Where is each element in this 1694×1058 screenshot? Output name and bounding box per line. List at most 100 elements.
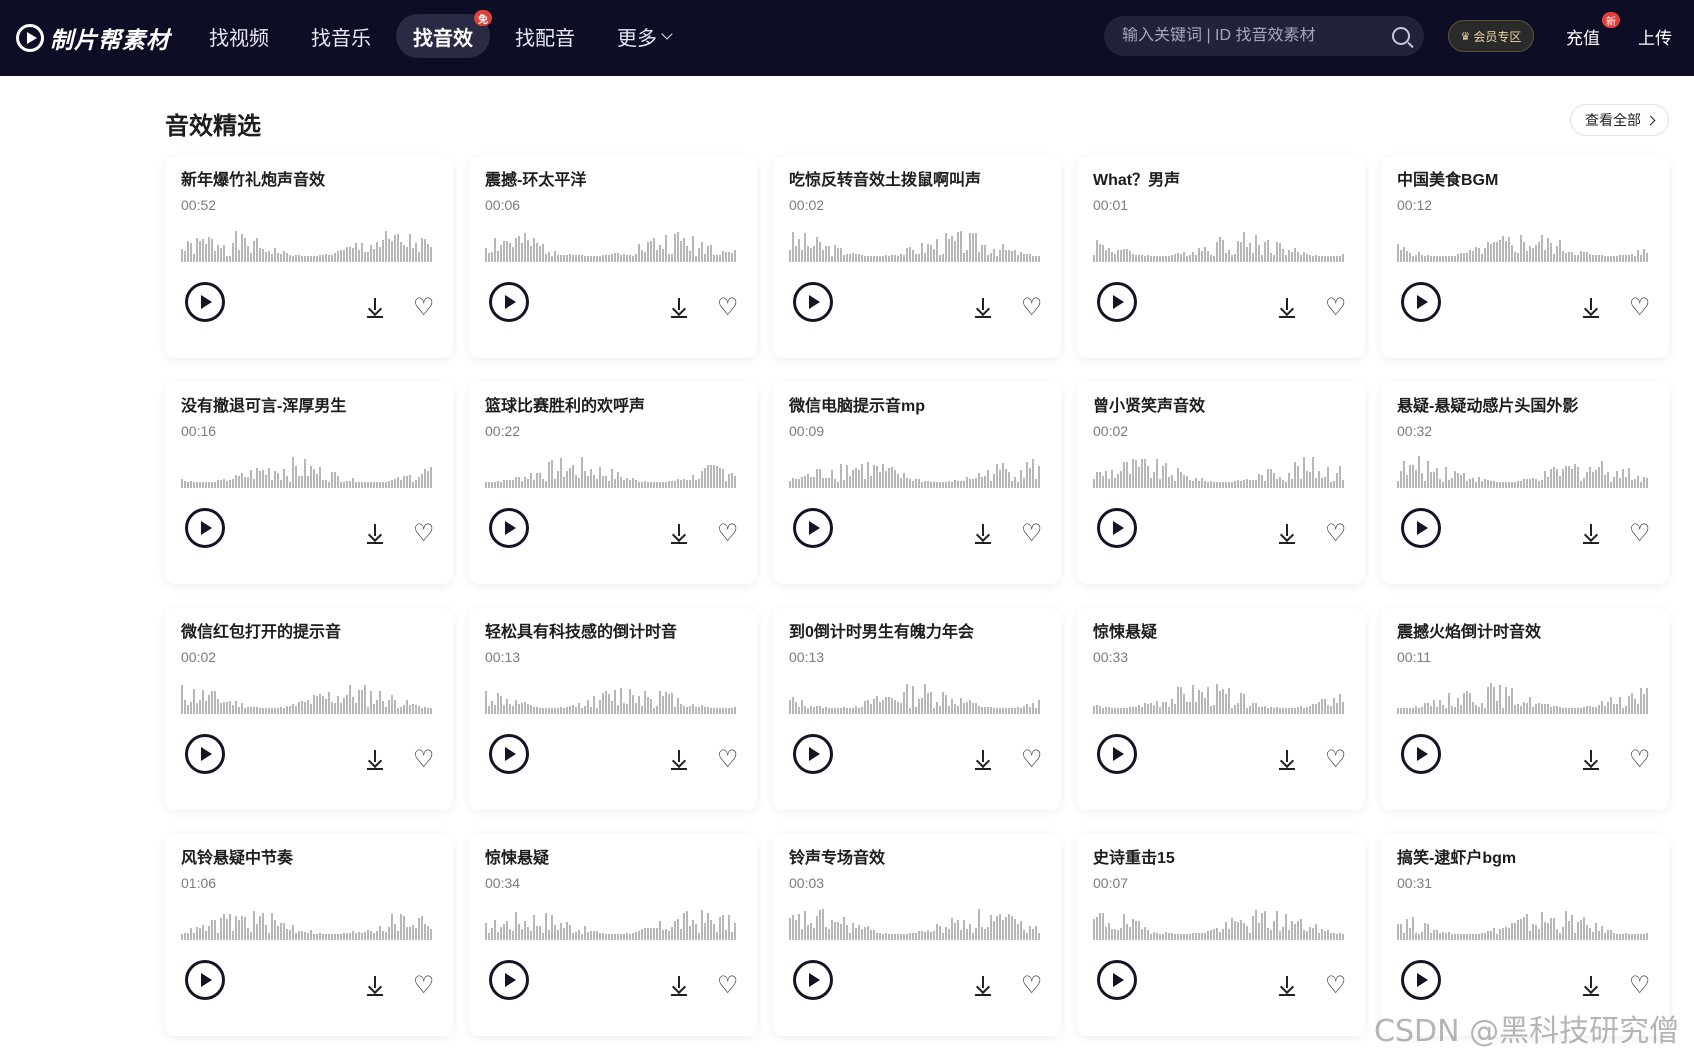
waveform[interactable] — [1093, 904, 1349, 940]
download-icon[interactable] — [1581, 298, 1601, 318]
nav-more-dropdown[interactable]: 更多 — [600, 14, 688, 58]
play-button[interactable] — [185, 734, 225, 774]
waveform[interactable] — [789, 452, 1045, 488]
waveform[interactable] — [1397, 226, 1653, 262]
waveform[interactable] — [1093, 452, 1349, 488]
sound-effect-card[interactable]: 中国美食BGM 00:12 ♡ — [1381, 156, 1669, 358]
download-icon[interactable] — [1581, 976, 1601, 996]
favorite-heart-icon[interactable]: ♡ — [413, 522, 435, 546]
download-icon[interactable] — [973, 524, 993, 544]
nav-music[interactable]: 找音乐 — [294, 14, 388, 58]
play-button[interactable] — [1097, 508, 1137, 548]
download-icon[interactable] — [973, 298, 993, 318]
favorite-heart-icon[interactable]: ♡ — [1021, 748, 1043, 772]
play-button[interactable] — [1401, 734, 1441, 774]
play-button[interactable] — [793, 508, 833, 548]
play-button[interactable] — [185, 282, 225, 322]
sound-effect-card[interactable]: 轻松具有科技感的倒计时音 00:13 ♡ — [469, 608, 757, 810]
nav-sound-effects[interactable]: 找音效 免 — [396, 10, 492, 58]
download-icon[interactable] — [973, 750, 993, 770]
play-button[interactable] — [1401, 282, 1441, 322]
download-icon[interactable] — [669, 524, 689, 544]
sound-effect-card[interactable]: 震撼火焰倒计时音效 00:11 ♡ — [1381, 608, 1669, 810]
sound-effect-card[interactable]: 震撼-环太平洋 00:06 ♡ — [469, 156, 757, 358]
favorite-heart-icon[interactable]: ♡ — [1629, 296, 1651, 320]
sound-effect-card[interactable]: 吃惊反转音效土拨鼠啊叫声 00:02 ♡ — [773, 156, 1061, 358]
play-button[interactable] — [1097, 282, 1137, 322]
favorite-heart-icon[interactable]: ♡ — [1629, 748, 1651, 772]
waveform[interactable] — [485, 678, 741, 714]
search-input[interactable] — [1122, 27, 1392, 45]
recharge-link[interactable]: 充值 新 — [1566, 12, 1620, 49]
waveform[interactable] — [1093, 678, 1349, 714]
favorite-heart-icon[interactable]: ♡ — [717, 974, 739, 998]
favorite-heart-icon[interactable]: ♡ — [717, 522, 739, 546]
waveform[interactable] — [789, 226, 1045, 262]
play-button[interactable] — [1401, 960, 1441, 1000]
waveform[interactable] — [1093, 226, 1349, 262]
favorite-heart-icon[interactable]: ♡ — [413, 748, 435, 772]
nav-voiceover[interactable]: 找配音 — [498, 14, 592, 58]
sound-effect-card[interactable]: 没有撤退可言-浑厚男生 00:16 ♡ — [165, 382, 453, 584]
waveform[interactable] — [1397, 452, 1653, 488]
play-button[interactable] — [489, 960, 529, 1000]
sound-effect-card[interactable]: 新年爆竹礼炮声音效 00:52 ♡ — [165, 156, 453, 358]
download-icon[interactable] — [1277, 298, 1297, 318]
favorite-heart-icon[interactable]: ♡ — [1021, 296, 1043, 320]
sound-effect-card[interactable]: 风铃悬疑中节奏 01:06 ♡ — [165, 834, 453, 1036]
vip-zone-button[interactable]: ♛ 会员专区 — [1448, 20, 1534, 52]
sound-effect-card[interactable]: 惊悚悬疑 00:34 ♡ — [469, 834, 757, 1036]
view-all-button[interactable]: 查看全部 — [1570, 104, 1669, 136]
sound-effect-card[interactable]: 史诗重击15 00:07 ♡ — [1077, 834, 1365, 1036]
waveform[interactable] — [789, 678, 1045, 714]
favorite-heart-icon[interactable]: ♡ — [1325, 748, 1347, 772]
play-button[interactable] — [489, 282, 529, 322]
download-icon[interactable] — [365, 976, 385, 996]
play-button[interactable] — [1401, 508, 1441, 548]
download-icon[interactable] — [365, 750, 385, 770]
download-icon[interactable] — [1277, 524, 1297, 544]
nav-videos[interactable]: 找视频 — [192, 14, 286, 58]
download-icon[interactable] — [1277, 750, 1297, 770]
sound-effect-card[interactable]: 惊悚悬疑 00:33 ♡ — [1077, 608, 1365, 810]
waveform[interactable] — [1397, 678, 1653, 714]
waveform[interactable] — [181, 452, 437, 488]
site-logo[interactable]: 制片帮素材 — [16, 20, 170, 56]
favorite-heart-icon[interactable]: ♡ — [1021, 974, 1043, 998]
play-button[interactable] — [1097, 960, 1137, 1000]
download-icon[interactable] — [669, 298, 689, 318]
download-icon[interactable] — [1277, 976, 1297, 996]
waveform[interactable] — [181, 226, 437, 262]
waveform[interactable] — [485, 452, 741, 488]
download-icon[interactable] — [365, 524, 385, 544]
play-button[interactable] — [793, 734, 833, 774]
waveform[interactable] — [485, 226, 741, 262]
waveform[interactable] — [789, 904, 1045, 940]
sound-effect-card[interactable]: What？男声 00:01 ♡ — [1077, 156, 1365, 358]
sound-effect-card[interactable]: 铃声专场音效 00:03 ♡ — [773, 834, 1061, 1036]
play-button[interactable] — [185, 508, 225, 548]
download-icon[interactable] — [669, 976, 689, 996]
waveform[interactable] — [485, 904, 741, 940]
download-icon[interactable] — [973, 976, 993, 996]
sound-effect-card[interactable]: 微信电脑提示音mp 00:09 ♡ — [773, 382, 1061, 584]
favorite-heart-icon[interactable]: ♡ — [717, 748, 739, 772]
download-icon[interactable] — [365, 298, 385, 318]
waveform[interactable] — [1397, 904, 1653, 940]
favorite-heart-icon[interactable]: ♡ — [1021, 522, 1043, 546]
favorite-heart-icon[interactable]: ♡ — [1325, 296, 1347, 320]
favorite-heart-icon[interactable]: ♡ — [1325, 522, 1347, 546]
favorite-heart-icon[interactable]: ♡ — [413, 974, 435, 998]
sound-effect-card[interactable]: 到0倒计时男生有魄力年会 00:13 ♡ — [773, 608, 1061, 810]
download-icon[interactable] — [669, 750, 689, 770]
play-button[interactable] — [793, 282, 833, 322]
sound-effect-card[interactable]: 曾小贤笑声音效 00:02 ♡ — [1077, 382, 1365, 584]
favorite-heart-icon[interactable]: ♡ — [1629, 522, 1651, 546]
download-icon[interactable] — [1581, 524, 1601, 544]
play-button[interactable] — [489, 508, 529, 548]
sound-effect-card[interactable]: 微信红包打开的提示音 00:02 ♡ — [165, 608, 453, 810]
favorite-heart-icon[interactable]: ♡ — [1629, 974, 1651, 998]
play-button[interactable] — [793, 960, 833, 1000]
play-button[interactable] — [1097, 734, 1137, 774]
waveform[interactable] — [181, 678, 437, 714]
